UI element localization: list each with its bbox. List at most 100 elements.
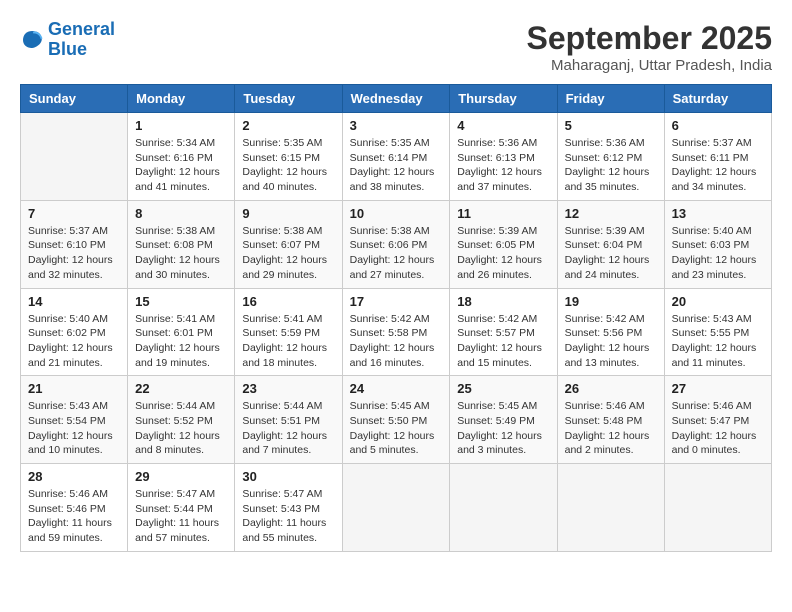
calendar-cell: 1Sunrise: 5:34 AMSunset: 6:16 PMDaylight… — [128, 113, 235, 201]
month-title: September 2025 — [527, 20, 772, 57]
weekday-header: Thursday — [450, 85, 557, 113]
calendar-cell: 11 Sunrise: 5:39 AMSunset: 6:05 PMDayligh… — [450, 200, 557, 288]
calendar-header-row: SundayMondayTuesdayWednesdayThursdayFrid… — [21, 85, 772, 113]
logo-line2: Blue — [48, 39, 87, 59]
calendar-cell: 25 Sunrise: 5:45 AMSunset: 5:49 PMDayligh… — [450, 376, 557, 464]
weekday-header: Wednesday — [342, 85, 450, 113]
calendar-cell: 17 Sunrise: 5:42 AMSunset: 5:58 PMDayligh… — [342, 288, 450, 376]
calendar-cell — [450, 464, 557, 552]
day-info: Sunrise: 5:38 AMSunset: 6:08 PMDaylight:… — [135, 224, 227, 283]
weekday-header: Tuesday — [235, 85, 342, 113]
day-info: Sunrise: 5:42 AMSunset: 5:57 PMDaylight:… — [457, 312, 549, 371]
day-info: Sunrise: 5:36 AMSunset: 6:12 PMDaylight:… — [565, 136, 657, 195]
day-info: Sunrise: 5:39 AMSunset: 6:04 PMDaylight:… — [565, 224, 657, 283]
day-info: Sunrise: 5:40 AMSunset: 6:02 PMDaylight:… — [28, 312, 120, 371]
day-info: Sunrise: 5:42 AMSunset: 5:56 PMDaylight:… — [565, 312, 657, 371]
weekday-header: Friday — [557, 85, 664, 113]
day-info: Sunrise: 5:46 AMSunset: 5:47 PMDaylight:… — [672, 399, 764, 458]
day-number: 12 — [565, 206, 657, 221]
logo-line1: General — [48, 19, 115, 39]
day-number: 27 — [672, 381, 764, 396]
day-info: Sunrise: 5:38 AMSunset: 6:06 PMDaylight:… — [350, 224, 443, 283]
calendar-cell: 26 Sunrise: 5:46 AMSunset: 5:48 PMDayligh… — [557, 376, 664, 464]
calendar-cell: 9Sunrise: 5:38 AMSunset: 6:07 PMDaylight… — [235, 200, 342, 288]
calendar-cell: 10 Sunrise: 5:38 AMSunset: 6:06 PMDayligh… — [342, 200, 450, 288]
calendar-table: SundayMondayTuesdayWednesdayThursdayFrid… — [20, 84, 772, 552]
calendar-cell: 13 Sunrise: 5:40 AMSunset: 6:03 PMDayligh… — [664, 200, 771, 288]
calendar-cell: 7 Sunrise: 5:37 AMSunset: 6:10 PMDaylight… — [21, 200, 128, 288]
calendar-cell — [21, 113, 128, 201]
calendar-week-row: 28Sunrise: 5:46 AMSunset: 5:46 PMDayligh… — [21, 464, 772, 552]
day-info: Sunrise: 5:35 AMSunset: 6:14 PMDaylight:… — [350, 136, 443, 195]
calendar-cell: 18 Sunrise: 5:42 AMSunset: 5:57 PMDayligh… — [450, 288, 557, 376]
day-number: 23 — [242, 381, 334, 396]
day-number: 19 — [565, 294, 657, 309]
day-number: 24 — [350, 381, 443, 396]
weekday-header: Saturday — [664, 85, 771, 113]
day-number: 17 — [350, 294, 443, 309]
calendar-cell: 3 Sunrise: 5:35 AMSunset: 6:14 PMDaylight… — [342, 113, 450, 201]
calendar-cell: 16Sunrise: 5:41 AMSunset: 5:59 PMDayligh… — [235, 288, 342, 376]
calendar-cell: 19 Sunrise: 5:42 AMSunset: 5:56 PMDayligh… — [557, 288, 664, 376]
calendar-body: 1Sunrise: 5:34 AMSunset: 6:16 PMDaylight… — [21, 113, 772, 552]
day-number: 25 — [457, 381, 549, 396]
day-number: 29 — [135, 469, 227, 484]
calendar-cell: 5 Sunrise: 5:36 AMSunset: 6:12 PMDaylight… — [557, 113, 664, 201]
calendar-cell: 15Sunrise: 5:41 AMSunset: 6:01 PMDayligh… — [128, 288, 235, 376]
day-number: 21 — [28, 381, 120, 396]
logo-text: General Blue — [48, 20, 115, 60]
day-info: Sunrise: 5:41 AMSunset: 6:01 PMDaylight:… — [135, 312, 227, 371]
day-number: 20 — [672, 294, 764, 309]
day-info: Sunrise: 5:34 AMSunset: 6:16 PMDaylight:… — [135, 136, 227, 195]
day-info: Sunrise: 5:47 AMSunset: 5:43 PMDaylight:… — [242, 487, 334, 546]
calendar-cell: 6Sunrise: 5:37 AMSunset: 6:11 PMDaylight… — [664, 113, 771, 201]
calendar-cell — [557, 464, 664, 552]
logo: General Blue — [20, 20, 115, 60]
day-info: Sunrise: 5:41 AMSunset: 5:59 PMDaylight:… — [242, 312, 334, 371]
day-info: Sunrise: 5:43 AMSunset: 5:55 PMDaylight:… — [672, 312, 764, 371]
calendar-week-row: 21 Sunrise: 5:43 AMSunset: 5:54 PMDayligh… — [21, 376, 772, 464]
day-info: Sunrise: 5:45 AMSunset: 5:49 PMDaylight:… — [457, 399, 549, 458]
day-number: 3 — [350, 118, 443, 133]
day-number: 8 — [135, 206, 227, 221]
calendar-cell: 20 Sunrise: 5:43 AMSunset: 5:55 PMDayligh… — [664, 288, 771, 376]
calendar-cell: 14 Sunrise: 5:40 AMSunset: 6:02 PMDayligh… — [21, 288, 128, 376]
day-info: Sunrise: 5:37 AMSunset: 6:10 PMDaylight:… — [28, 224, 120, 283]
day-info: Sunrise: 5:43 AMSunset: 5:54 PMDaylight:… — [28, 399, 120, 458]
day-number: 10 — [350, 206, 443, 221]
calendar-cell: 30Sunrise: 5:47 AMSunset: 5:43 PMDayligh… — [235, 464, 342, 552]
day-info: Sunrise: 5:36 AMSunset: 6:13 PMDaylight:… — [457, 136, 549, 195]
title-block: September 2025 Maharaganj, Uttar Pradesh… — [527, 20, 772, 74]
page-header: General Blue September 2025 Maharaganj, … — [20, 20, 772, 74]
calendar-cell — [342, 464, 450, 552]
day-info: Sunrise: 5:46 AMSunset: 5:48 PMDaylight:… — [565, 399, 657, 458]
day-number: 11 — [457, 206, 549, 221]
weekday-header: Monday — [128, 85, 235, 113]
day-info: Sunrise: 5:40 AMSunset: 6:03 PMDaylight:… — [672, 224, 764, 283]
calendar-cell: 23Sunrise: 5:44 AMSunset: 5:51 PMDayligh… — [235, 376, 342, 464]
calendar-week-row: 14 Sunrise: 5:40 AMSunset: 6:02 PMDayligh… — [21, 288, 772, 376]
day-number: 9 — [242, 206, 334, 221]
day-info: Sunrise: 5:42 AMSunset: 5:58 PMDaylight:… — [350, 312, 443, 371]
day-info: Sunrise: 5:39 AMSunset: 6:05 PMDaylight:… — [457, 224, 549, 283]
day-number: 4 — [457, 118, 549, 133]
day-number: 13 — [672, 206, 764, 221]
calendar-cell: 2Sunrise: 5:35 AMSunset: 6:15 PMDaylight… — [235, 113, 342, 201]
day-number: 5 — [565, 118, 657, 133]
day-number: 2 — [242, 118, 334, 133]
location-subtitle: Maharaganj, Uttar Pradesh, India — [527, 57, 772, 74]
calendar-cell: 27 Sunrise: 5:46 AMSunset: 5:47 PMDayligh… — [664, 376, 771, 464]
day-info: Sunrise: 5:47 AMSunset: 5:44 PMDaylight:… — [135, 487, 227, 546]
calendar-cell: 22Sunrise: 5:44 AMSunset: 5:52 PMDayligh… — [128, 376, 235, 464]
weekday-header: Sunday — [21, 85, 128, 113]
day-number: 14 — [28, 294, 120, 309]
day-info: Sunrise: 5:44 AMSunset: 5:52 PMDaylight:… — [135, 399, 227, 458]
day-number: 7 — [28, 206, 120, 221]
calendar-week-row: 7 Sunrise: 5:37 AMSunset: 6:10 PMDaylight… — [21, 200, 772, 288]
day-number: 18 — [457, 294, 549, 309]
day-number: 28 — [28, 469, 120, 484]
day-number: 26 — [565, 381, 657, 396]
calendar-week-row: 1Sunrise: 5:34 AMSunset: 6:16 PMDaylight… — [21, 113, 772, 201]
calendar-cell: 8 Sunrise: 5:38 AMSunset: 6:08 PMDaylight… — [128, 200, 235, 288]
calendar-cell: 21 Sunrise: 5:43 AMSunset: 5:54 PMDayligh… — [21, 376, 128, 464]
